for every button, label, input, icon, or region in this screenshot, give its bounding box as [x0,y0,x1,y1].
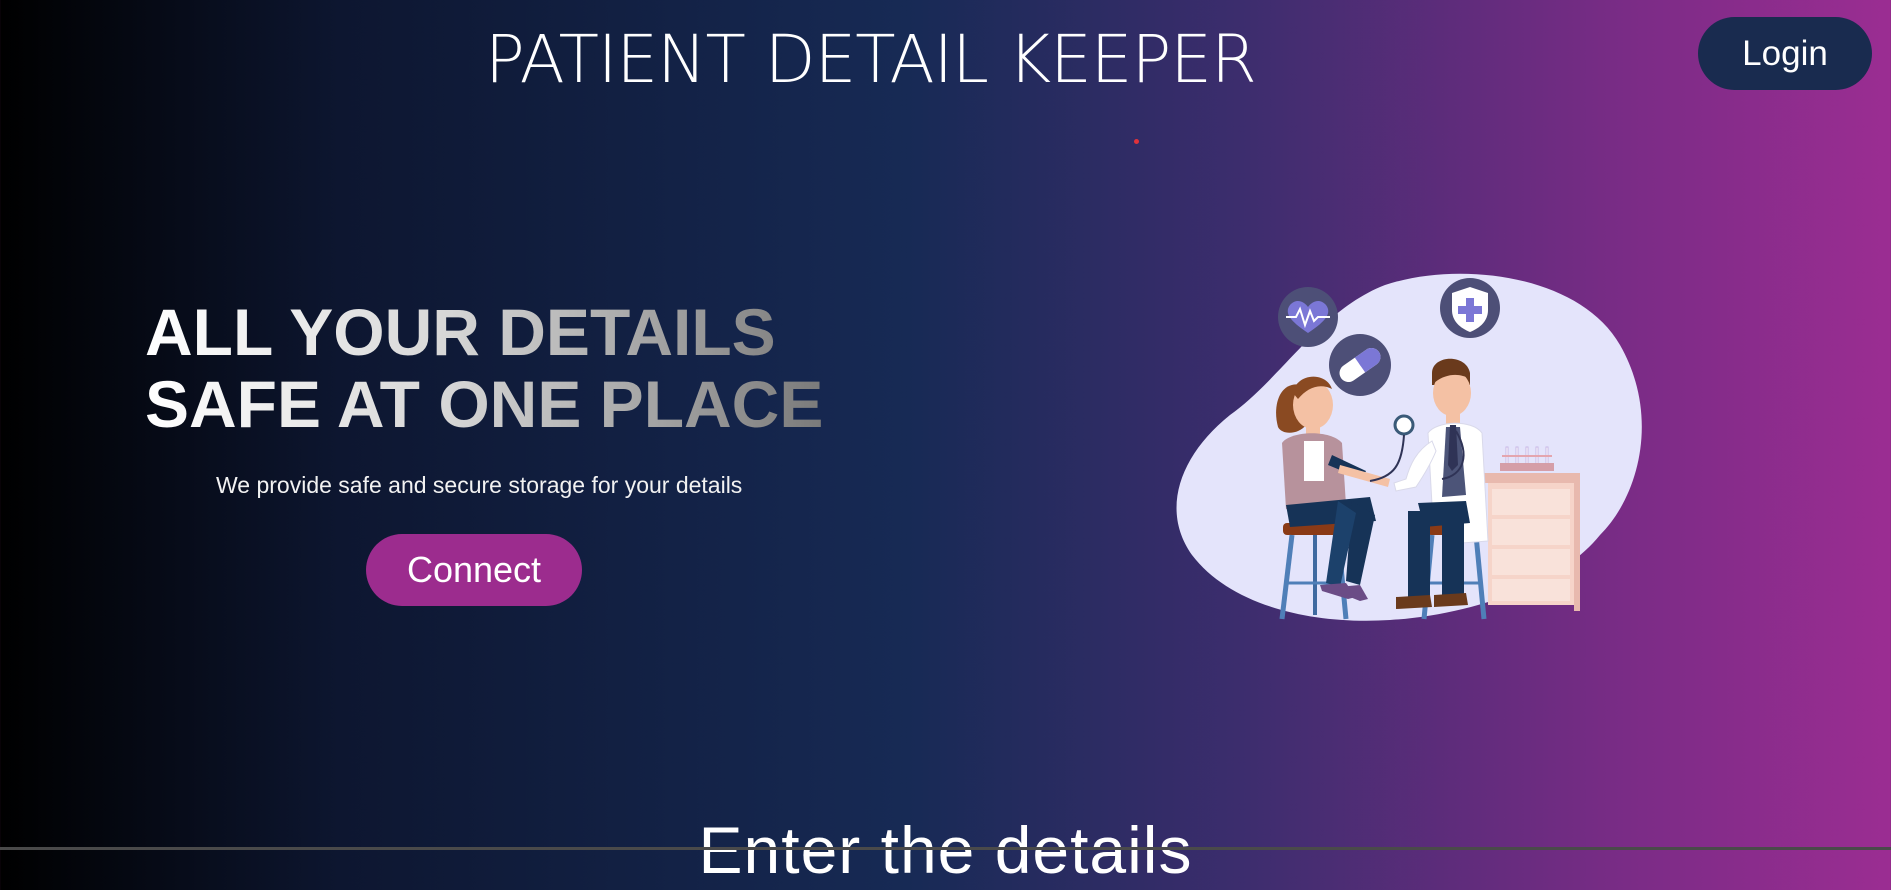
capsule-icon [1329,334,1391,396]
hero-headline-line1: ALL YOUR DETAILS [145,295,776,369]
section-heading: Enter the details [698,813,1193,887]
hero-subtitle: We provide safe and secure storage for y… [216,472,743,498]
doctor-patient-illustration [1176,273,1642,621]
connect-button[interactable]: Connect [366,534,582,606]
login-button[interactable]: Login [1698,17,1872,90]
red-dot [1134,139,1139,144]
hero-headline-line2: SAFE AT ONE PLACE [145,367,824,441]
heart-pulse-icon [1278,287,1338,347]
page-title: PATIENT DETAIL KEEPER [485,21,1257,98]
hero-headline: ALL YOUR DETAILS SAFE AT ONE PLACE [145,296,823,440]
medical-shield-icon [1440,278,1500,338]
